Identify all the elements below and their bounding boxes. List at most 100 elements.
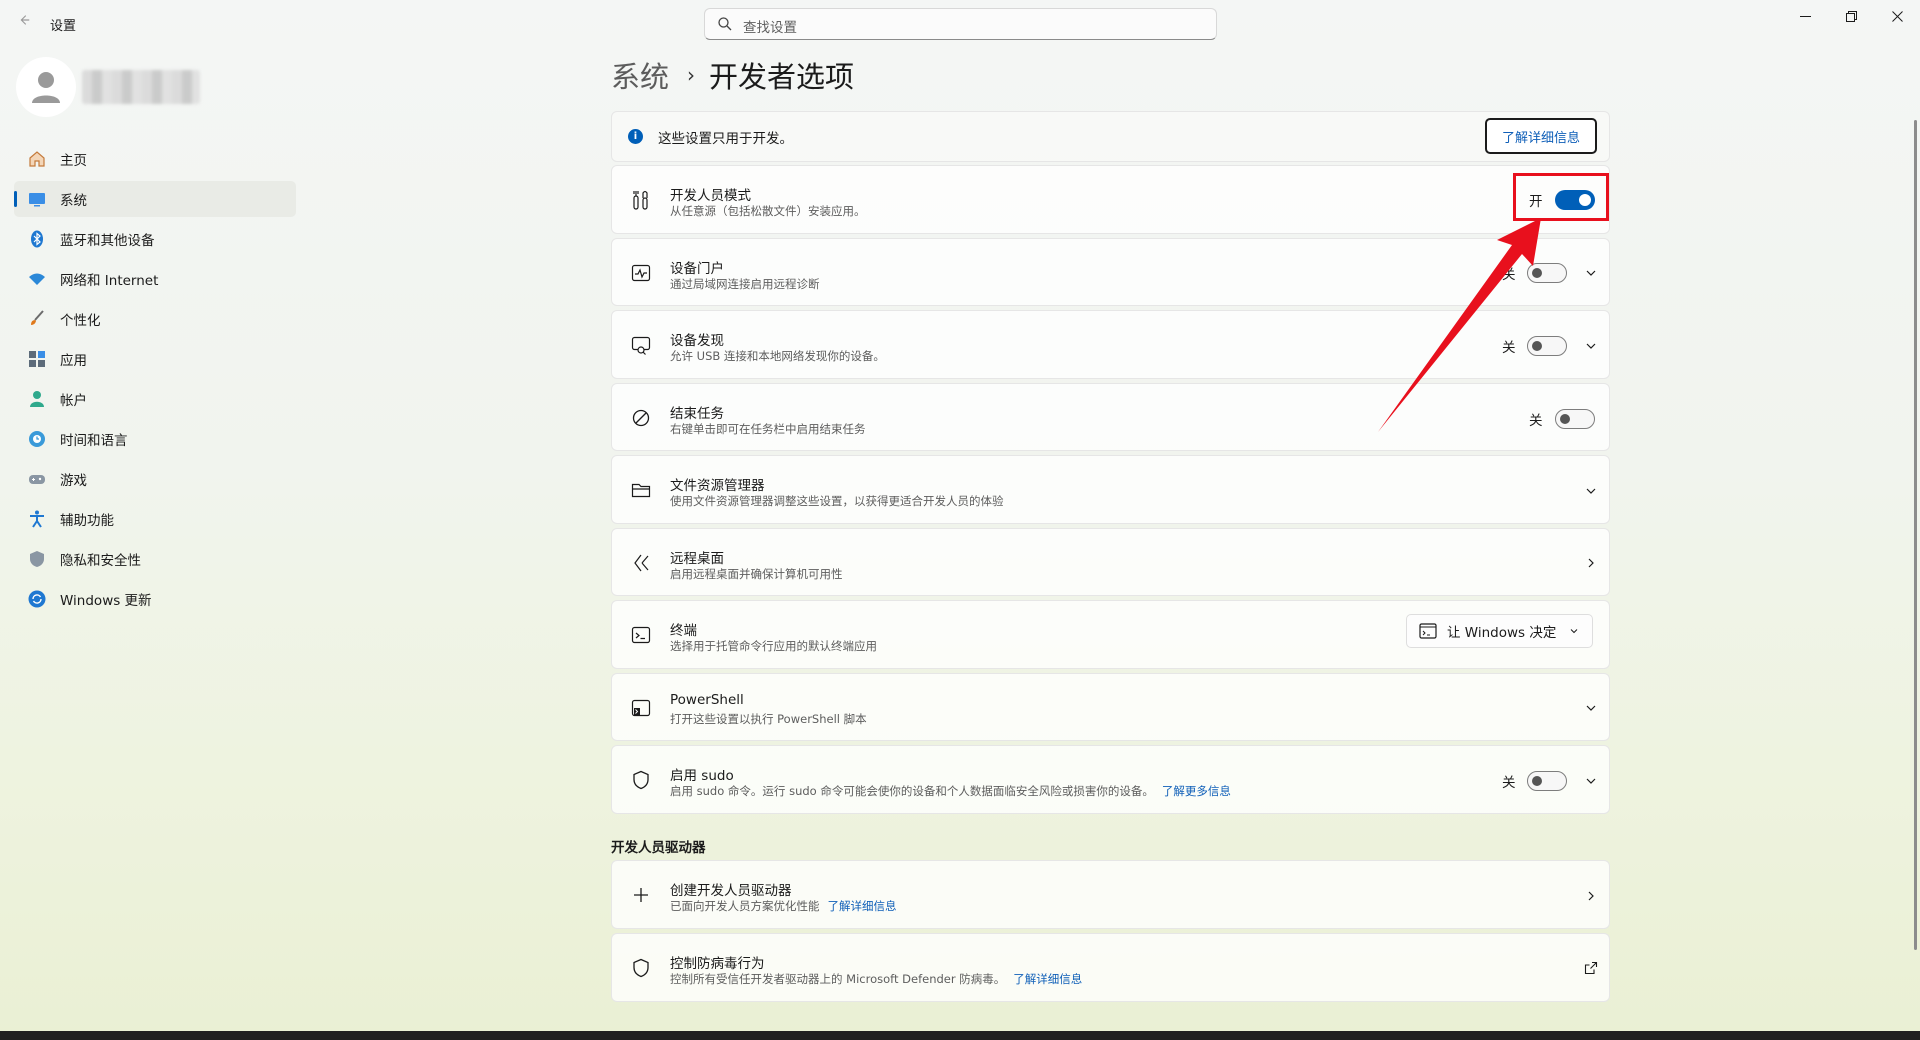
apps-icon — [29, 351, 45, 367]
powershell-script-icon — [629, 696, 653, 720]
setting-file-explorer[interactable]: 文件资源管理器 使用文件资源管理器调整这些设置，以获得更适合开发人员的体验 — [611, 455, 1610, 524]
bluetooth-icon — [31, 230, 43, 248]
chevron-right-icon[interactable] — [1583, 555, 1599, 571]
avatar — [16, 57, 76, 117]
restore-icon — [1845, 10, 1857, 22]
setting-subtitle: 通过局域网连接启用远程诊断 — [670, 277, 820, 291]
setting-subtitle: 启用远程桌面并确保计算机可用性 — [670, 567, 843, 581]
gamepad-icon — [29, 475, 45, 484]
setting-subtitle: 允许 USB 连接和本地网络发现你的设备。 — [670, 349, 885, 363]
chevron-right-icon[interactable] — [1583, 888, 1599, 904]
sidebar-item-privacy[interactable]: 隐私和安全性 — [14, 541, 296, 577]
sidebar-item-apps[interactable]: 应用 — [14, 341, 296, 377]
setting-subtitle: 打开这些设置以执行 PowerShell 脚本 — [670, 712, 867, 726]
sidebar-item-accounts[interactable]: 帐户 — [14, 381, 296, 417]
setting-subtitle: 右键单击即可在任务栏中启用结束任务 — [670, 422, 866, 436]
toggle-state-label: 关 — [1502, 267, 1516, 283]
toggle-state-label: 关 — [1529, 413, 1543, 429]
toggle-state-label: 关 — [1502, 340, 1516, 356]
sidebar-item-network[interactable]: 网络和 Internet — [14, 261, 296, 297]
learn-more-link[interactable]: 了解详细信息 — [828, 899, 897, 913]
external-link-icon[interactable] — [1583, 960, 1599, 976]
setting-subtitle: 使用文件资源管理器调整这些设置，以获得更适合开发人员的体验 — [670, 494, 1004, 508]
scrollbar[interactable] — [1914, 120, 1917, 950]
page-title: 开发者选项 — [709, 60, 855, 94]
setting-device-discovery: 设备发现 允许 USB 连接和本地网络发现你的设备。 关 — [611, 310, 1610, 379]
default-terminal-dropdown[interactable]: 让 Windows 决定 — [1406, 614, 1593, 648]
close-button[interactable] — [1874, 0, 1920, 32]
wifi-icon — [29, 273, 45, 285]
sidebar-item-label: 个性化 — [60, 313, 101, 329]
chevron-down-icon — [1570, 629, 1578, 634]
person-icon — [32, 72, 60, 103]
device-discovery-toggle[interactable] — [1527, 336, 1567, 356]
sidebar-item-label: 蓝牙和其他设备 — [60, 233, 155, 249]
setting-subtitle-text: 控制所有受信任开发者驱动器上的 Microsoft Defender 防病毒。 — [670, 972, 1006, 986]
search-input[interactable]: 查找设置 — [743, 16, 797, 36]
setting-antivirus-behavior[interactable]: 控制防病毒行为 控制所有受信任开发者驱动器上的 Microsoft Defend… — [611, 933, 1610, 1002]
restore-button[interactable] — [1828, 0, 1874, 32]
learn-more-link[interactable]: 了解详细信息 — [1013, 972, 1082, 986]
setting-powershell[interactable]: PowerShell 打开这些设置以执行 PowerShell 脚本 — [611, 673, 1610, 741]
sidebar-item-windows-update[interactable]: Windows 更新 — [14, 581, 296, 617]
app-title: 设置 — [50, 19, 77, 34]
info-icon: i — [628, 129, 643, 144]
search-icon — [718, 17, 732, 31]
console-icon — [1419, 623, 1437, 639]
sidebar-item-home[interactable]: 主页 — [14, 141, 296, 177]
chevron-down-icon[interactable] — [1583, 265, 1599, 281]
setting-end-task: 结束任务 右键单击即可在任务栏中启用结束任务 关 — [611, 383, 1610, 451]
sidebar-item-gaming[interactable]: 游戏 — [14, 461, 296, 497]
setting-subtitle: 从任意源（包括松散文件）安装应用。 — [670, 204, 866, 218]
learn-more-button[interactable]: 了解详细信息 — [1485, 118, 1597, 154]
sidebar-item-label: 游戏 — [60, 473, 87, 489]
chevron-down-icon[interactable] — [1583, 483, 1599, 499]
setting-title: 远程桌面 — [670, 551, 724, 567]
sidebar-item-label: 帐户 — [60, 393, 87, 409]
sidebar-item-label: 主页 — [60, 153, 87, 169]
chevron-down-icon[interactable] — [1583, 338, 1599, 354]
breadcrumb: 系统 › 开发者选项 — [611, 54, 854, 96]
sidebar-item-personalization[interactable]: 个性化 — [14, 301, 296, 337]
sidebar-item-system[interactable]: 系统 — [14, 181, 296, 217]
sudo-toggle[interactable] — [1527, 771, 1567, 791]
chevron-down-icon[interactable] — [1583, 700, 1599, 716]
tools-icon — [629, 188, 653, 212]
folder-icon — [629, 478, 653, 502]
setting-title: 终端 — [670, 623, 697, 639]
setting-title: 设备门户 — [670, 261, 724, 277]
setting-subtitle: 选择用于托管命令行应用的默认终端应用 — [670, 639, 877, 653]
sidebar-item-time-language[interactable]: 时间和语言 — [14, 421, 296, 457]
back-arrow-icon[interactable] — [14, 12, 34, 32]
sidebar-item-label: 辅助功能 — [60, 513, 114, 529]
shield-outline-icon — [629, 956, 653, 980]
section-header-dev-drive: 开发人员驱动器 — [611, 840, 706, 856]
globe-clock-icon — [29, 431, 45, 447]
setting-subtitle: 启用 sudo 命令。运行 sudo 命令可能会使你的设备和个人数据面临安全风险… — [670, 783, 1231, 799]
setting-create-dev-drive[interactable]: 创建开发人员驱动器 已面向开发人员方案优化性能 了解详细信息 — [611, 860, 1610, 929]
setting-title: 开发人员模式 — [670, 188, 751, 204]
brush-icon — [31, 310, 44, 325]
learn-more-link[interactable]: 了解更多信息 — [1162, 784, 1231, 798]
account-icon — [30, 391, 44, 407]
minimize-button[interactable] — [1782, 0, 1828, 32]
setting-terminal: 终端 选择用于托管命令行应用的默认终端应用 让 Windows 决定 — [611, 600, 1610, 669]
setting-developer-mode: 开发人员模式 从任意源（包括松散文件）安装应用。 开 — [611, 165, 1610, 234]
breadcrumb-parent[interactable]: 系统 — [611, 54, 669, 96]
setting-remote-desktop[interactable]: 远程桌面 启用远程桌面并确保计算机可用性 — [611, 528, 1610, 596]
system-display-icon — [29, 193, 45, 207]
sidebar-item-label: Windows 更新 — [60, 593, 152, 609]
end-task-toggle[interactable] — [1555, 409, 1595, 429]
setting-enable-sudo: 启用 sudo 启用 sudo 命令。运行 sudo 命令可能会使你的设备和个人… — [611, 745, 1610, 814]
chevron-down-icon[interactable] — [1583, 773, 1599, 789]
sidebar-item-bluetooth[interactable]: 蓝牙和其他设备 — [14, 221, 296, 257]
search-box[interactable]: 查找设置 — [704, 8, 1217, 40]
setting-subtitle: 控制所有受信任开发者驱动器上的 Microsoft Defender 防病毒。了… — [670, 971, 1082, 987]
blurred-username — [82, 70, 200, 104]
shield-outline-icon — [629, 768, 653, 792]
device-portal-toggle[interactable] — [1527, 263, 1567, 283]
sidebar-item-accessibility[interactable]: 辅助功能 — [14, 501, 296, 537]
setting-title: 文件资源管理器 — [670, 478, 765, 494]
dropdown-selected-value: 让 Windows 决定 — [1447, 625, 1557, 641]
sidebar-item-label: 网络和 Internet — [60, 273, 159, 289]
